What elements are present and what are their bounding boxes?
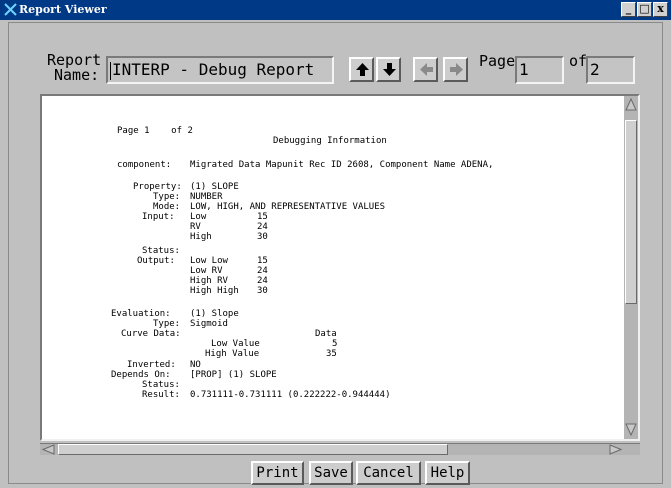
input-value-2: 30: [257, 232, 268, 242]
result-label: Result:: [142, 390, 180, 400]
scroll-down-button[interactable]: [376, 57, 401, 82]
component-label: component:: [117, 160, 172, 170]
property-label: Property:: [133, 182, 182, 192]
of-label: of: [569, 52, 588, 70]
cancel-button[interactable]: Cancel: [356, 461, 421, 485]
arrow-left-icon: [420, 63, 433, 76]
curve-name-1: High Value: [205, 349, 260, 359]
curve-value-0: 5: [332, 339, 338, 349]
next-page-button[interactable]: [443, 57, 468, 82]
output-value-2: 24: [257, 276, 268, 286]
arrow-down-icon: [383, 63, 396, 76]
input-name-0: Low: [190, 212, 207, 222]
property-value: (1) SLOPE: [190, 182, 239, 192]
evaluation-label: Evaluation:: [111, 309, 171, 319]
report-heading: Debugging Information: [273, 136, 387, 146]
page-number-field[interactable]: 1: [515, 56, 564, 84]
title-bar: Report Viewer _ □ x: [0, 0, 671, 20]
depends-on-value: [PROP] (1) SLOPE: [190, 370, 277, 380]
mode-label: Mode:: [153, 202, 181, 212]
output-value-3: 30: [257, 286, 268, 296]
scroll-down-arrow-icon[interactable]: [625, 423, 637, 436]
result-value: 0.731111-0.731111 (0.222222-0.944444): [190, 390, 391, 400]
report-text-area[interactable]: Page 1 of 2 Debugging Information compon…: [40, 94, 640, 441]
save-button[interactable]: Save: [309, 461, 353, 485]
report-content: Page 1 of 2 Debugging Information compon…: [42, 96, 622, 439]
vertical-scroll-thumb[interactable]: [625, 120, 637, 304]
curve-data-label: Curve Data:: [121, 329, 181, 339]
input-value-0: 15: [257, 212, 268, 222]
maximize-button[interactable]: □: [637, 2, 652, 17]
mode-value: LOW, HIGH, AND REPRESENTATIVE VALUES: [190, 202, 386, 212]
output-name-1: Low RV: [190, 266, 223, 276]
scroll-left-arrow-icon[interactable]: [42, 444, 55, 455]
input-label: Input:: [142, 212, 175, 222]
status-label: Status:: [142, 246, 180, 256]
input-name-1: RV: [190, 222, 201, 232]
vertical-scrollbar[interactable]: [624, 96, 638, 439]
previous-page-button[interactable]: [413, 57, 438, 82]
depends-on-label: Depends On:: [111, 370, 171, 380]
curve-value-1: 35: [326, 349, 337, 359]
output-value-0: 15: [257, 256, 268, 266]
total-pages-field: 2: [586, 56, 635, 84]
horizontal-scrollbar[interactable]: [40, 443, 640, 455]
window-title: Report Viewer: [19, 3, 107, 16]
minimize-button[interactable]: _: [621, 2, 636, 17]
text-caret: [110, 61, 111, 80]
horizontal-scroll-thumb[interactable]: [58, 444, 448, 455]
curve-name-0: Low Value: [211, 339, 260, 349]
report-name-field[interactable]: INTERP - Debug Report: [106, 56, 334, 84]
output-label: Output:: [137, 256, 175, 266]
close-button[interactable]: x: [653, 2, 668, 17]
inverted-label: Inverted:: [127, 360, 176, 370]
output-name-2: High RV: [190, 276, 228, 286]
type-value: NUMBER: [190, 192, 223, 202]
output-name-0: Low Low: [190, 256, 228, 266]
component-value: Migrated Data Mapunit Rec ID 2608, Compo…: [190, 160, 494, 170]
report-name-value: INTERP - Debug Report: [112, 60, 315, 79]
report-page-header: Page 1 of 2: [117, 126, 193, 136]
evaluation-value: (1) Slope: [190, 309, 239, 319]
x-logo-icon: [4, 3, 17, 16]
inverted-value: NO: [190, 360, 201, 370]
eval-type-label: Type:: [153, 319, 181, 329]
arrow-right-icon: [450, 63, 463, 76]
help-button[interactable]: Help: [425, 461, 470, 485]
report-name-label-line2: Name:: [54, 66, 100, 84]
input-value-1: 24: [257, 222, 268, 232]
arrow-up-icon: [356, 63, 369, 76]
type-label: Type:: [153, 192, 181, 202]
eval-type-value: Sigmoid: [190, 319, 228, 329]
scroll-up-arrow-icon[interactable]: [625, 98, 637, 111]
page-label: Page: [479, 52, 516, 70]
scroll-right-arrow-icon[interactable]: [609, 444, 622, 455]
output-value-1: 24: [257, 266, 268, 276]
curve-data-header: Data: [315, 329, 337, 339]
result-status-label: Status:: [142, 380, 180, 390]
print-button[interactable]: Print: [251, 461, 304, 485]
input-name-2: High: [190, 232, 212, 242]
output-name-3: High High: [190, 286, 239, 296]
scroll-up-button[interactable]: [349, 57, 374, 82]
